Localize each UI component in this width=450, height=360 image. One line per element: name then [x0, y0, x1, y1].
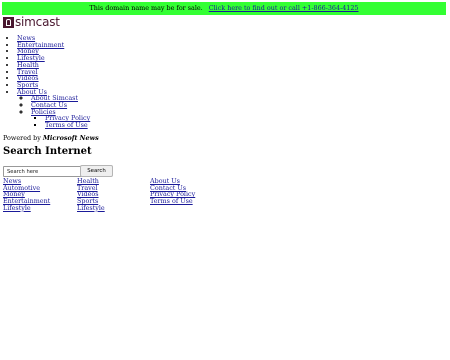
policies-submenu: Privacy Policy Terms of Use [31, 115, 90, 128]
footer-item: Lifestyle [3, 204, 50, 212]
domain-sale-banner: This domain name may be for sale. Click … [2, 2, 446, 15]
powered-by: Powered by Microsoft News [3, 134, 99, 142]
logo-text: simcast [15, 15, 60, 29]
sale-info-link[interactable]: Click here to find out or call +1-866-36… [209, 4, 359, 12]
site-logo[interactable]: simcast [3, 16, 60, 28]
footer-link-terms[interactable]: Terms of Use [150, 197, 193, 205]
footer-item: Terms of Use [150, 198, 195, 205]
footer-item: Lifestyle [77, 204, 105, 212]
nav-item-policies: Policies Privacy Policy Terms of Use [31, 108, 90, 129]
footer-link-lifestyle-2[interactable]: Lifestyle [77, 204, 105, 212]
footer-link-lifestyle[interactable]: Lifestyle [3, 204, 31, 212]
about-submenu: About Simcast Contact Us Policies Privac… [17, 95, 90, 129]
main-nav: News Entertainment Money Lifestyle Healt… [2, 35, 90, 129]
footer-links-col2: Health Travel Videos Sports Lifestyle [77, 178, 105, 212]
powered-by-brand: Microsoft News [42, 134, 99, 142]
tower-logo-icon [3, 16, 14, 28]
powered-by-prefix: Powered by [3, 134, 41, 142]
nav-item-about: About Us About Simcast Contact Us Polici… [17, 88, 90, 129]
search-button[interactable]: Search [80, 165, 113, 177]
search-heading: Search Internet [3, 146, 92, 157]
nav-link-terms[interactable]: Terms of Use [45, 121, 88, 129]
search-input[interactable] [3, 166, 82, 177]
sale-notice-text: This domain name may be for sale. [89, 4, 203, 12]
footer-links-col3: About Us Contact Us Privacy Policy Terms… [150, 178, 195, 205]
nav-item-terms: Terms of Use [45, 122, 90, 129]
footer-links-col1: News Automotive Money Entertainment Life… [3, 178, 50, 212]
